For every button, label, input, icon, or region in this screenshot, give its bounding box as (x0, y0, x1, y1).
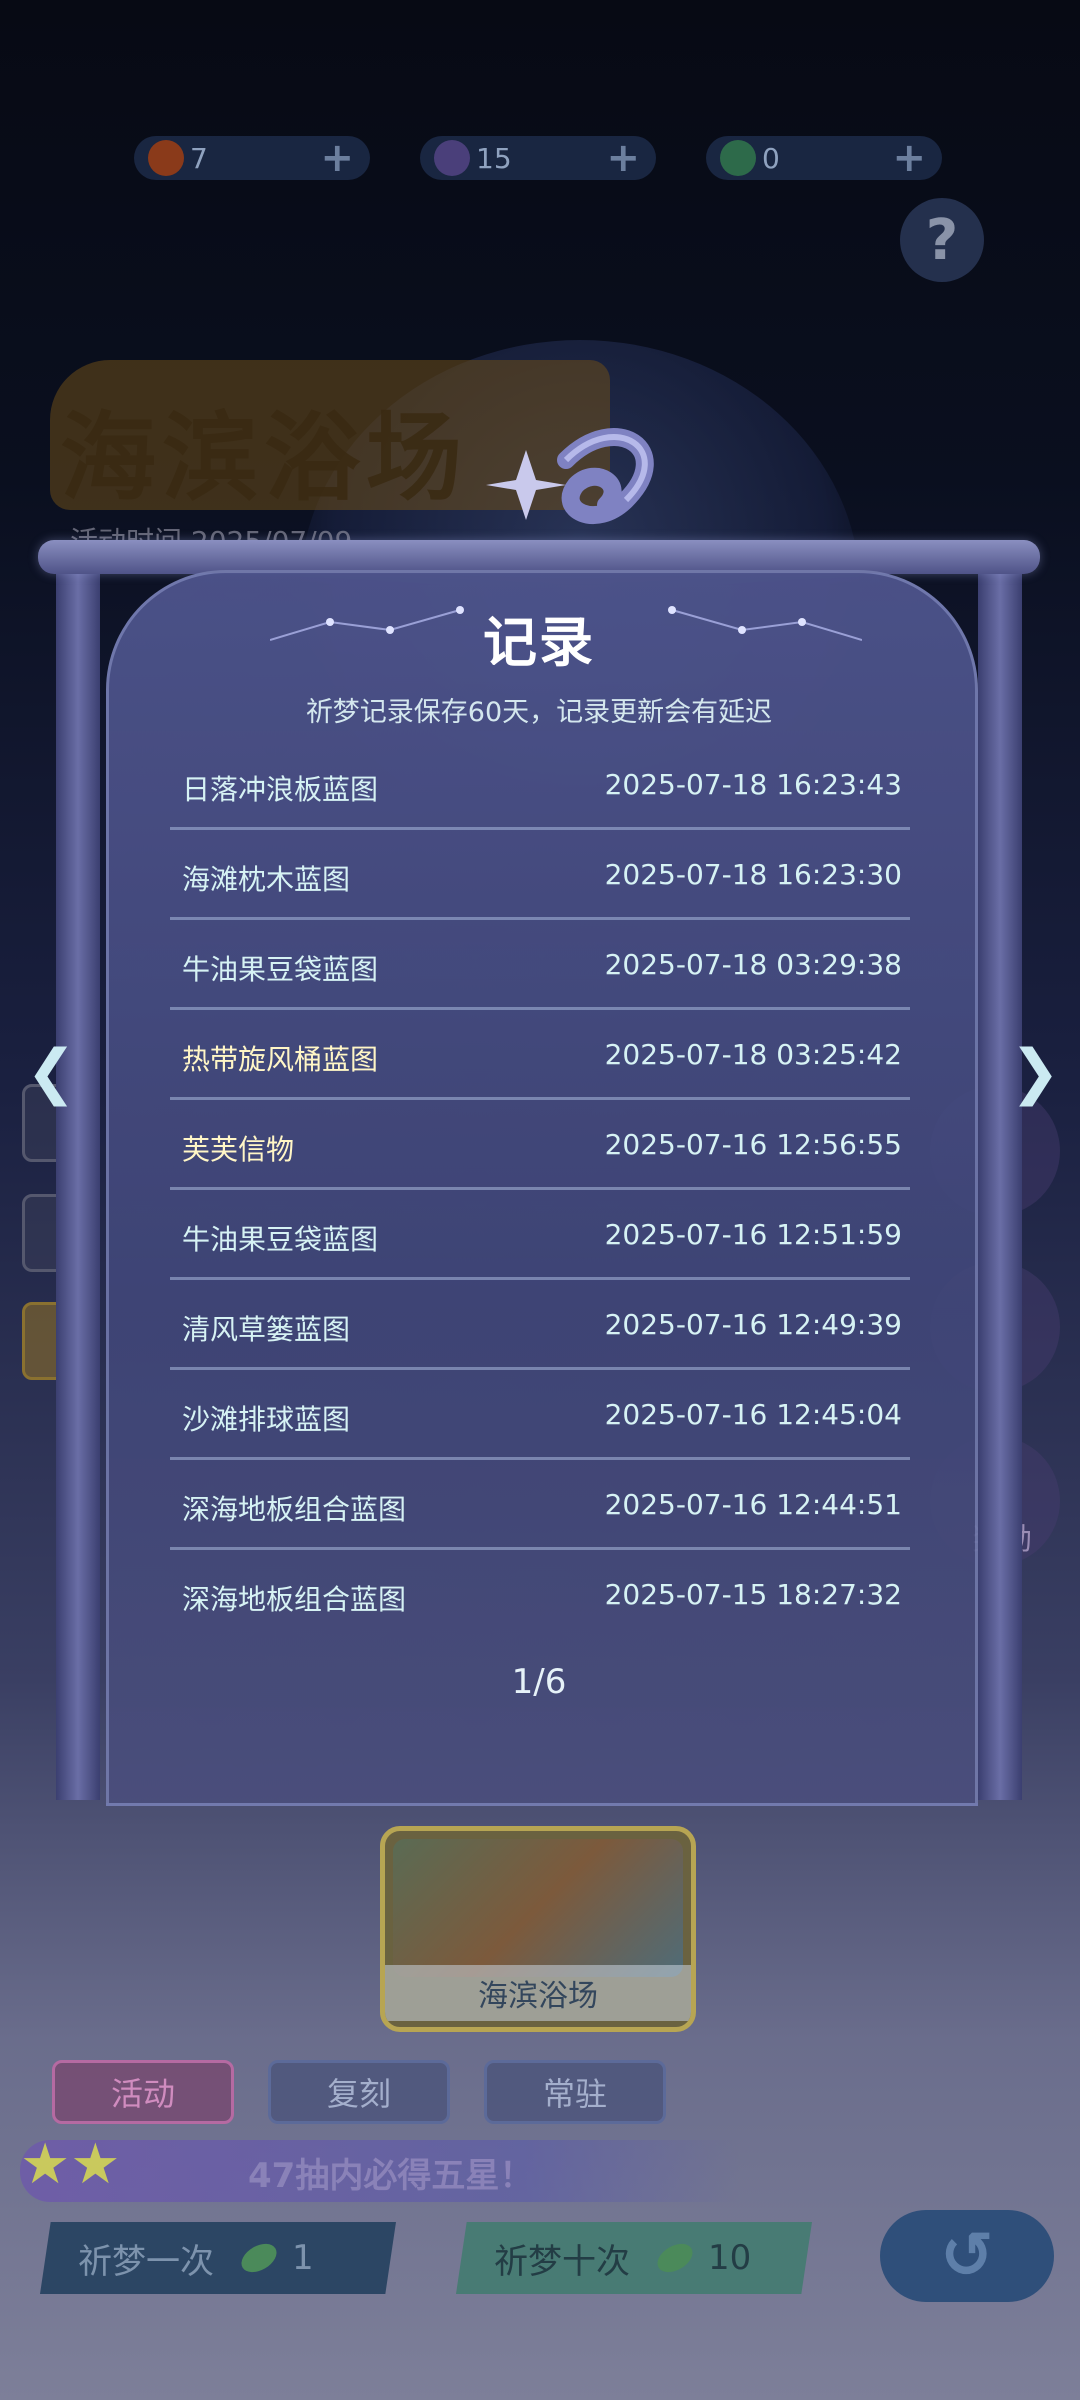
record-row: 海滩枕木蓝图 2025-07-18 16:23:30 (170, 830, 910, 920)
sun-coin-icon (148, 140, 184, 176)
currency-value: 0 (762, 141, 780, 175)
record-list: 日落冲浪板蓝图 2025-07-18 16:23:43 海滩枕木蓝图 2025-… (170, 740, 910, 1640)
leaf-coin-icon (720, 140, 756, 176)
record-time: 2025-07-18 16:23:30 (604, 858, 902, 891)
frame-pillar-left (56, 560, 100, 1800)
currency-leaf: 0 + (706, 136, 942, 180)
prev-page-button[interactable]: ❮ (26, 1040, 76, 1104)
banner-card[interactable]: 海滨浴场 (380, 1826, 696, 2032)
tab-label: 复刻 (326, 2075, 391, 2113)
frame-top-beam (38, 540, 1040, 574)
record-row: 牛油果豆袋蓝图 2025-07-18 03:29:38 (170, 920, 910, 1010)
tab-permanent[interactable]: 常驻 (484, 2060, 666, 2124)
page-indicator: 1/6 (511, 1662, 567, 1702)
currency-sun: 7 + (134, 136, 370, 180)
record-time: 2025-07-15 18:27:32 (604, 1578, 902, 1611)
record-time: 2025-07-18 03:29:38 (604, 948, 902, 981)
record-modal: 记录 祈梦记录保存60天，记录更新会有延迟 日落冲浪板蓝图 2025-07-18… (38, 428, 1040, 1806)
pity-text: 47抽内必得五星！ (248, 2156, 534, 2196)
record-item-name: 日落冲浪板蓝图 (182, 773, 379, 806)
star-icon: ★★ (20, 2132, 121, 2197)
record-item-name: 热带旋风桶蓝图 (182, 1043, 379, 1076)
record-time: 2025-07-16 12:56:55 (604, 1128, 902, 1161)
record-time: 2025-07-18 16:23:43 (604, 768, 902, 801)
back-arrow-icon: ↺ (940, 2219, 994, 2293)
pull-ten-button[interactable]: 祈梦十次 10 (456, 2222, 812, 2294)
record-item-name: 清风草篓蓝图 (182, 1313, 351, 1346)
back-button[interactable]: ↺ (880, 2210, 1054, 2302)
pull-once-button[interactable]: 祈梦一次 1 (40, 2222, 396, 2294)
record-row: 沙滩排球蓝图 2025-07-16 12:45:04 (170, 1370, 910, 1460)
event-title: 海滨浴场 (60, 402, 468, 514)
record-time: 2025-07-16 12:51:59 (604, 1218, 902, 1251)
tab-event[interactable]: 活动 (52, 2060, 234, 2124)
modal-subtitle: 祈梦记录保存60天，记录更新会有延迟 (305, 697, 773, 728)
record-row: 深海地板组合蓝图 2025-07-16 12:44:51 (170, 1460, 910, 1550)
add-sun-button[interactable]: + (320, 138, 354, 178)
leaf-coin-icon (652, 2238, 698, 2278)
moon-serpent-ornament-icon (486, 428, 654, 525)
add-leaf-button[interactable]: + (892, 138, 926, 178)
record-time: 2025-07-16 12:44:51 (604, 1488, 902, 1521)
pull-once-label: 祈梦一次 (78, 2241, 214, 2282)
tab-rerun[interactable]: 复刻 (268, 2060, 450, 2124)
record-row: 清风草篓蓝图 2025-07-16 12:49:39 (170, 1280, 910, 1370)
next-page-button[interactable]: ❯ (1010, 1040, 1060, 1104)
pull-once-cost: 1 (292, 2238, 314, 2278)
banner-artwork (393, 1839, 683, 1977)
pull-ten-cost: 10 (708, 2238, 752, 2278)
record-time: 2025-07-16 12:45:04 (604, 1398, 902, 1431)
leaf-coin-icon (236, 2238, 282, 2278)
modal-title: 记录 (483, 611, 595, 674)
record-item-name: 海滩枕木蓝图 (182, 863, 351, 896)
record-item-name: 牛油果豆袋蓝图 (182, 953, 379, 986)
record-row: 热带旋风桶蓝图 2025-07-18 03:25:42 (170, 1010, 910, 1100)
record-row: 日落冲浪板蓝图 2025-07-18 16:23:43 (170, 740, 910, 830)
record-item-name: 深海地板组合蓝图 (182, 1583, 407, 1616)
record-row: 牛油果豆袋蓝图 2025-07-16 12:51:59 (170, 1190, 910, 1280)
add-moon-button[interactable]: + (606, 138, 640, 178)
record-item-name: 芙芙信物 (182, 1133, 295, 1166)
record-row: 深海地板组合蓝图 2025-07-15 18:27:32 (170, 1550, 910, 1640)
banner-card-label: 海滨浴场 (385, 1965, 691, 2021)
tab-label: 常驻 (542, 2075, 607, 2113)
pull-ten-label: 祈梦十次 (494, 2241, 630, 2282)
moon-coin-icon (434, 140, 470, 176)
currency-value: 7 (190, 141, 208, 175)
record-item-name: 沙滩排球蓝图 (182, 1403, 351, 1436)
currency-moon: 15 + (420, 136, 656, 180)
frame-pillar-right (978, 560, 1022, 1800)
record-time: 2025-07-18 03:25:42 (604, 1038, 902, 1071)
record-item-name: 深海地板组合蓝图 (182, 1493, 407, 1526)
record-item-name: 牛油果豆袋蓝图 (182, 1223, 379, 1256)
currency-value: 15 (476, 141, 512, 175)
record-time: 2025-07-16 12:49:39 (604, 1308, 902, 1341)
tab-label: 活动 (110, 2075, 175, 2113)
help-button[interactable]: ? (900, 198, 984, 282)
record-row: 芙芙信物 2025-07-16 12:56:55 (170, 1100, 910, 1190)
